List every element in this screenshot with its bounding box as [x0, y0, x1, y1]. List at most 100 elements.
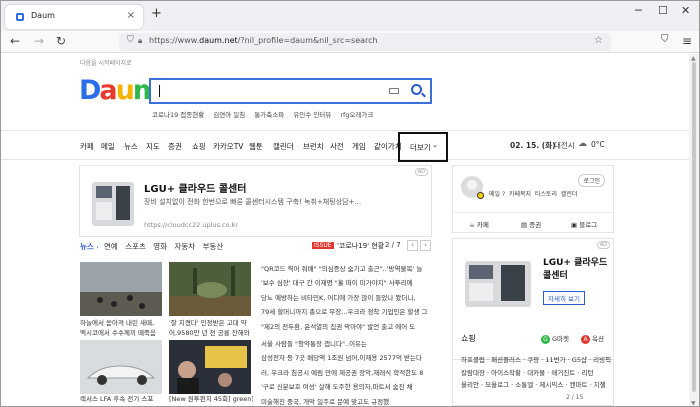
headline[interactable]: "QR코드 찍어 줘배" "의심증상 숨기고 출근"..'방역불복' 늘 [261, 262, 433, 276]
shopping-page-indicator: 2 / 15 [566, 394, 584, 401]
mail-link[interactable]: 메일 ? [489, 191, 505, 198]
shopping-row[interactable]: 올리안 · 모올로그 · 소통엘 · 제시믹스 · 캔마트 · 지첼 [461, 379, 611, 392]
menu-cafe[interactable]: 카페 [80, 141, 94, 152]
trend-item[interactable]: 김연아 일침 [213, 111, 245, 119]
menu-brunch[interactable]: 브런치 [303, 141, 324, 152]
tab-title: Daum [31, 11, 55, 20]
scrollbar[interactable]: ▲ ▼ [689, 54, 699, 406]
menu-mail[interactable]: 메일 [101, 141, 115, 152]
menu-game[interactable]: 게임 [352, 141, 366, 152]
auction-link[interactable]: A 옥션 [581, 333, 604, 344]
search-icon[interactable] [411, 84, 422, 95]
gmarket-link[interactable]: G G마켓 [541, 333, 569, 344]
auction-icon: A [581, 335, 590, 344]
browser-window: Daum × + ─ ☐ ✕ ← → ↻ ⛉ 🔒︎ https://www.da… [0, 0, 700, 407]
calendar-link[interactable]: 캘린더 [561, 191, 578, 198]
scroll-thumb[interactable] [692, 62, 696, 392]
menu-map[interactable]: 지도 [146, 141, 160, 152]
daum-logo[interactable]: Daum [79, 76, 161, 106]
cafe-shortcut[interactable]: ☕︎ 카페 [469, 219, 489, 229]
blog-shortcut[interactable]: ▣ 블로그 [571, 219, 597, 229]
news-photo-car[interactable] [80, 340, 162, 394]
cafe-link[interactable]: 카페목지 [509, 191, 531, 198]
headline[interactable]: 삼성전자 등 7곳 배당액 1조원 넘어,이재용 2577억 받는다 [261, 351, 433, 365]
headline[interactable]: "제2의 전두환, 윤석열의 집권 막아야" 발언 출고 에어 도 [261, 320, 433, 334]
headline[interactable]: 당뇨 예방하는 비타민K, 어디에 가장 많이 들었나 봤더니, [261, 291, 433, 305]
tab-sports[interactable]: 스포츠 [125, 242, 146, 251]
shield-icon[interactable]: ⛉ [127, 35, 134, 45]
forward-icon[interactable]: → [34, 34, 44, 48]
trend-item[interactable]: 코로나19 접종현황 [152, 111, 204, 119]
scroll-up-icon[interactable]: ▲ [691, 55, 696, 62]
news-photo-dinosaur[interactable] [169, 262, 251, 316]
address-bar[interactable]: ⛉ 🔒︎ https://www.daum.net/?nil_profile=d… [119, 33, 611, 51]
back-icon[interactable]: ← [10, 34, 20, 48]
service-shortcuts: ☕︎ 카페 ▤ 증권 ▣ 블로그 [453, 212, 613, 234]
date: 02. 15. (화) [510, 141, 556, 150]
shopping-row[interactable]: 칼람대장 · 아이스작황 · 대카몰 · 매거진트 · 리턴 [461, 367, 611, 380]
menu-icon[interactable]: ≡ [682, 34, 692, 48]
login-button[interactable]: 로그인 [578, 174, 605, 187]
keyboard-icon[interactable] [389, 88, 399, 94]
reload-icon[interactable]: ↻ [56, 34, 66, 48]
menu-calendar[interactable]: 캘린더 [273, 141, 294, 152]
close-window-icon[interactable]: ✕ [681, 4, 690, 17]
prev-page-button[interactable]: ‹ [407, 240, 418, 251]
tab-movies[interactable]: 영화 [153, 242, 167, 251]
photo-caption[interactable]: [New 원투펀치 45회] green] [169, 394, 253, 404]
stock-shortcut[interactable]: ▤ 증권 [521, 219, 541, 229]
maximize-icon[interactable]: ☐ [658, 4, 668, 17]
photo-caption[interactable]: '잘 지켰다' 인정받은 고대 약 어,9580만 년 전 공룡 잔해와 [169, 318, 253, 338]
weather-region[interactable]: 대전시 [554, 140, 575, 151]
more-label: 더보기 [410, 143, 431, 152]
photo-caption[interactable]: 하늘에서 쏟아져 내린 새떼, 멕시코에서 수수께끼 떼죽음 [80, 318, 164, 338]
more-menu-button[interactable]: 더보기 ⌄ [398, 132, 448, 162]
shopping-box: 쇼핑 G G마켓 A 옥션 하프클럽 · 패션플러스 · 쿠팡 · 11번가 · G… [452, 326, 614, 406]
scroll-down-icon[interactable]: ▼ [691, 400, 696, 406]
headline[interactable]: '보수 심장' 대구 간 이재명 "홀 떠이 미가야지" 사투리에 [261, 276, 433, 290]
menu-webtoon[interactable]: 웹툰 [249, 141, 263, 152]
tab-realestate[interactable]: 부동산 [203, 242, 224, 251]
shopping-row[interactable]: 하프클럽 · 패션플러스 · 쿠팡 · 11번가 · G5샵 · 리빙픽 [461, 354, 611, 367]
minimize-icon[interactable]: ─ [635, 4, 642, 17]
headline[interactable]: 서울 사람들 "청약통장 갭니다"..이유는 [261, 337, 433, 351]
next-page-button[interactable]: › [420, 240, 431, 251]
gmarket-icon: G [541, 335, 550, 344]
lock-icon[interactable]: 🔒︎ [138, 36, 142, 46]
new-tab-icon[interactable]: + [151, 6, 162, 21]
shopping-links: 하프클럽 · 패션플러스 · 쿠팡 · 11번가 · G5샵 · 리빙픽 칼람대… [461, 354, 611, 392]
headline[interactable]: '구로 신분보호 여성' 살해 도주한 용의자,마트서 숨진 채 [261, 380, 433, 394]
trend-item[interactable]: 통가축소파 [254, 111, 284, 119]
pocket-icon[interactable]: ⛉ [661, 34, 669, 45]
trend-item[interactable]: rfg오레가크 [340, 111, 373, 119]
tab-news[interactable]: 뉴스 [80, 242, 94, 251]
daum-favicon-icon [15, 12, 25, 22]
headline[interactable]: 미술해진 중국, 개막 일주로 문예 맞고도 규정했 [261, 395, 433, 406]
tab-daum[interactable]: Daum × [5, 5, 143, 29]
tistory-link[interactable]: 티스토리 [535, 191, 557, 198]
set-homepage-link[interactable]: 다음을 시작페이지로 [80, 58, 132, 67]
menu-shopping[interactable]: 쇼핑 [192, 141, 206, 152]
tab-cars[interactable]: 자동차 [175, 242, 196, 251]
main-ad-banner[interactable]: AD LGU+ 클라우드 콜센터 장비 설치없이 전화 한번으로 빠른 콜센터시… [79, 165, 432, 237]
menu-dictionary[interactable]: 사전 [330, 141, 344, 152]
notification-badge-icon [477, 192, 484, 199]
news-photo-birds[interactable] [80, 262, 162, 316]
shopping-header[interactable]: 쇼핑 [461, 333, 476, 344]
bookmark-star-icon[interactable]: ☆ [594, 35, 603, 46]
chevron-right-icon: › [96, 244, 99, 251]
menu-news[interactable]: 뉴스 [124, 141, 138, 152]
photo-caption[interactable]: 렉서스 LFA 후속 전기 스포 [80, 394, 164, 404]
issue-text[interactable]: '코로나19' 현황 [337, 241, 384, 251]
ad-description: 장비 설치없이 전화 한번으로 빠른 콜센터시스템 구축! 녹취+채팅상담+..… [144, 198, 362, 206]
menu-stock[interactable]: 증권 [168, 141, 182, 152]
news-photo-video[interactable] [169, 340, 251, 394]
headline[interactable]: 79세 할머니까지 총으로 무장...우크라 정착 기업인은 할생 그 [261, 305, 433, 319]
details-button[interactable]: 자세히 보기 [543, 291, 585, 305]
headline[interactable]: 러, 우크라 침공시 예림 만에 제공권 장악,재래식 학적한도 8 [261, 366, 433, 380]
close-tab-icon[interactable]: × [127, 10, 135, 21]
trend-item[interactable]: 유인수 인터뷰 [293, 111, 331, 119]
tab-entertainment[interactable]: 연예 [104, 242, 118, 251]
menu-kakaotv[interactable]: 카카오TV [213, 141, 243, 152]
search-box[interactable] [149, 78, 432, 104]
